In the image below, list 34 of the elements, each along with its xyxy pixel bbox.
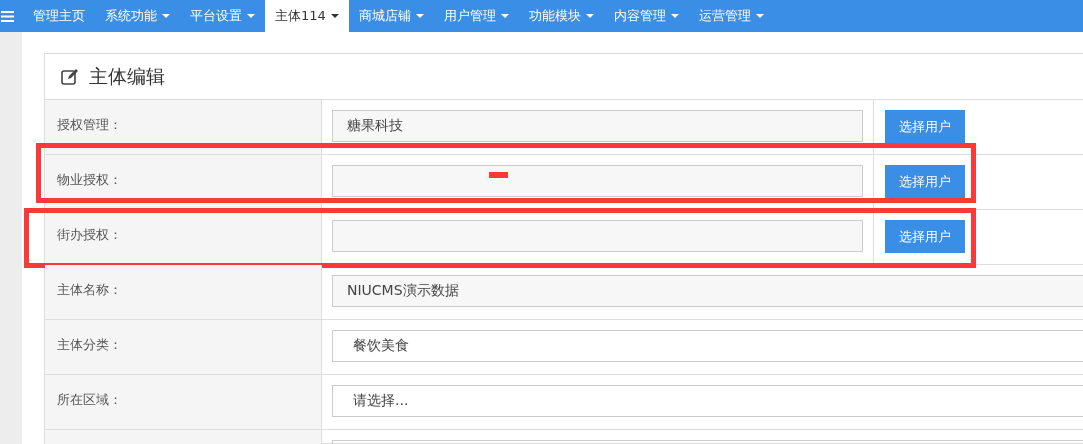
select-user-button[interactable]: 选择用户 (885, 110, 965, 143)
caret-icon (585, 14, 594, 18)
caret-icon (670, 14, 679, 18)
input-field[interactable]: 糖果科技 (332, 110, 863, 142)
nav-tab[interactable]: 商城店铺 (348, 0, 434, 32)
caret-icon (247, 14, 255, 18)
field-label: 物业授权： (57, 172, 122, 187)
nav-tab[interactable]: 系统功能 (95, 0, 180, 32)
nav-tab[interactable]: 管理主页 (23, 0, 95, 32)
caret-icon (755, 14, 764, 18)
menu-icon[interactable] (1, 10, 14, 22)
caret-icon (500, 14, 509, 18)
panel-title: 主体编辑 (89, 63, 165, 89)
select-user-button[interactable]: 选择用户 (885, 220, 965, 253)
nav-tab[interactable]: 平台设置 (180, 0, 265, 32)
input-field[interactable]: NIUCMS演示数据 (332, 275, 1083, 307)
caret-icon (415, 14, 424, 18)
annotation-mark (489, 172, 508, 178)
field-label: 所在区域： (57, 392, 122, 407)
field-label: 主体名称： (57, 282, 122, 297)
select-field[interactable]: 餐饮美食 (332, 330, 1083, 362)
caret-icon (330, 14, 339, 18)
nav-tab[interactable]: 主体114 (265, 0, 349, 32)
edit-icon (61, 68, 79, 85)
nav-tab[interactable]: 功能模块 (518, 0, 604, 32)
field-label: 授权管理： (57, 117, 122, 132)
nav-tab[interactable]: 内容管理 (603, 0, 689, 32)
field-label: 街办授权： (57, 227, 122, 242)
select-field[interactable]: 请选择... (332, 385, 1083, 417)
nav-tab[interactable]: 用户管理 (433, 0, 519, 32)
field-label: 主体分类： (57, 337, 122, 352)
select-user-button[interactable]: 选择用户 (885, 165, 965, 198)
caret-icon (162, 14, 170, 18)
nav-tab[interactable]: 运营管理 (688, 0, 774, 32)
